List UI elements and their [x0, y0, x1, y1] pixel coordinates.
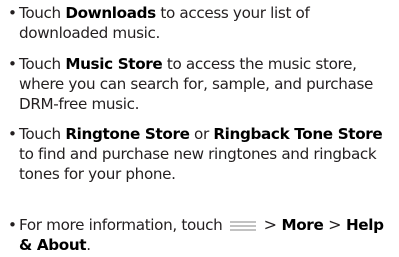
bullet-text: Touch Ringtone Store or Ringback Tone St… — [19, 125, 383, 183]
bullet-marker: • — [8, 125, 17, 143]
keyword-ringtone-store: Ringtone Store — [65, 125, 190, 143]
keyword-ringback-tone-store: Ringback Tone Store — [213, 125, 383, 143]
bullet-item-ringtone-store: • Touch Ringtone Store or Ringback Tone … — [8, 124, 394, 184]
bullet-text: Touch Downloads to access your list of d… — [19, 4, 310, 42]
keyword-music-store: Music Store — [65, 55, 163, 73]
bullet-marker: • — [8, 55, 17, 73]
bullet-text: Touch Music Store to access the music st… — [19, 55, 374, 113]
keyword-more: More — [281, 216, 324, 234]
bullet-text: For more information, touch > More > Hel… — [19, 215, 384, 254]
keyword-downloads: Downloads — [65, 4, 156, 22]
bullet-item-music-store: • Touch Music Store to access the music … — [8, 54, 394, 114]
bullet-marker: • — [8, 4, 17, 22]
bullet-item-downloads: • Touch Downloads to access your list of… — [8, 3, 394, 43]
bullet-item-more-info: • For more information, touch > More > H… — [8, 215, 394, 255]
bullet-marker: • — [8, 216, 17, 234]
manual-page: • Touch Downloads to access your list of… — [0, 0, 399, 257]
menu-lines-icon — [229, 219, 256, 231]
